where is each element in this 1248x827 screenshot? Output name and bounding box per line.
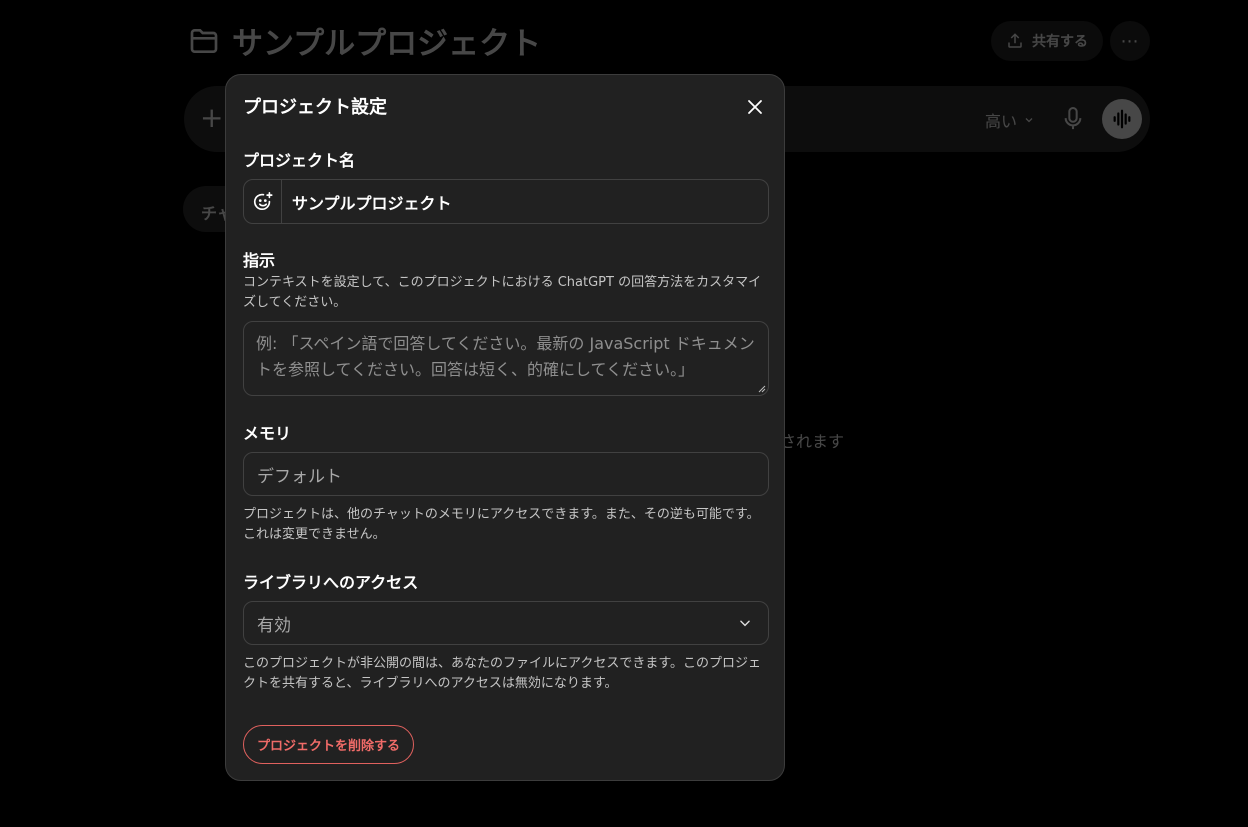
library-access-select[interactable]: 有効 <box>243 601 769 645</box>
project-name-input[interactable] <box>282 180 768 223</box>
emoji-add-icon <box>253 191 273 210</box>
folder-icon <box>190 28 218 53</box>
effort-selector[interactable]: 高い <box>985 108 1035 132</box>
instructions-textarea[interactable] <box>244 322 768 395</box>
close-button[interactable] <box>742 94 768 120</box>
library-access-value: 有効 <box>257 615 291 636</box>
memory-value: デフォルト <box>257 466 342 487</box>
memory-label: メモリ <box>243 424 292 443</box>
close-icon <box>748 100 762 114</box>
project-name-label: プロジェクト名 <box>243 151 356 170</box>
instructions-label: 指示 <box>243 251 276 270</box>
share-icon <box>1008 33 1022 48</box>
plus-icon[interactable]: + <box>200 104 223 132</box>
share-button[interactable]: 共有する <box>991 21 1103 61</box>
memory-select[interactable]: デフォルト <box>243 452 769 496</box>
memory-description: プロジェクトは、他のチャットのメモリにアクセスできます。また、その逆も可能です。… <box>243 507 760 542</box>
empty-state-text: されます <box>780 432 845 451</box>
waveform-icon <box>1113 109 1131 129</box>
instructions-field <box>243 321 769 396</box>
emoji-picker-button[interactable] <box>244 180 282 223</box>
effort-label: 高い <box>985 112 1018 131</box>
share-label: 共有する <box>1032 34 1088 50</box>
more-options-button[interactable]: ⋯ <box>1110 21 1150 61</box>
chevron-down-icon <box>1025 118 1033 123</box>
dialog-title: プロジェクト設定 <box>243 97 387 118</box>
project-name-field <box>243 179 769 224</box>
library-access-label: ライブラリへのアクセス <box>243 573 419 592</box>
voice-mode-button[interactable] <box>1102 99 1142 139</box>
project-header: サンプルプロジェクト <box>188 18 541 63</box>
project-title: サンプルプロジェクト <box>232 26 542 62</box>
more-icon: ⋯ <box>1120 30 1140 52</box>
microphone-icon[interactable] <box>1062 106 1084 132</box>
library-access-description: このプロジェクトが非公開の間は、あなたのファイルにアクセスできます。このプロジェ… <box>243 656 762 691</box>
chevron-down-icon <box>740 620 750 627</box>
instructions-description: コンテキストを設定して、このプロジェクトにおける ChatGPT の回答方法をカ… <box>243 275 762 310</box>
resize-handle-icon[interactable] <box>758 385 766 393</box>
project-settings-dialog: プロジェクト設定 プロジェクト名 指示 コンテキストを設定して、このプロジェクト… <box>225 74 785 781</box>
delete-project-button[interactable]: プロジェクトを削除する <box>243 725 415 764</box>
delete-project-label: プロジェクトを削除する <box>257 739 401 754</box>
